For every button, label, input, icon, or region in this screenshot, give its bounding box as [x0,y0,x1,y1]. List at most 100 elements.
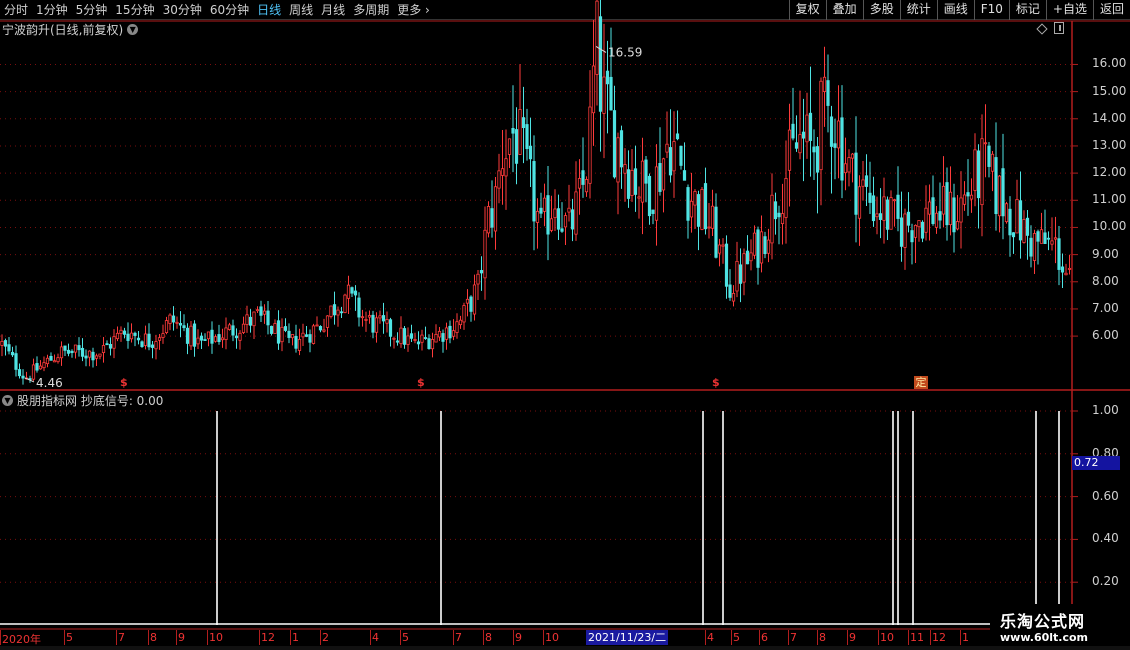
candle-body [392,337,396,340]
date-tick [513,630,514,645]
candle-body [192,323,197,347]
candle-body [1008,208,1012,236]
candle-body [1036,231,1040,242]
price-tick-label: 6.00 [1092,328,1119,343]
candle-body [469,296,473,312]
candle-body [945,182,949,226]
date-tick-label: 10 [880,631,894,644]
date-tick [259,630,260,645]
candle-body [595,0,599,75]
candle-body [567,207,571,213]
date-tick [453,630,454,645]
chart-canvas: 16.59 4.46 [0,0,1130,630]
candle-body [581,170,585,185]
candle-body [973,149,977,191]
candle-body [584,179,589,193]
date-tick-label: 9 [178,631,185,644]
date-tick [320,630,321,645]
candle-body [798,134,802,154]
candle-body [539,207,543,214]
candle-body [983,142,988,145]
candle-body [479,270,484,274]
date-tick [878,630,879,645]
candle-body [220,337,225,341]
candle-body [70,350,74,354]
candle-body [689,200,694,218]
candle-body [742,253,746,283]
candle-body [805,114,809,143]
candle-body [672,141,676,172]
candle-body [962,194,967,205]
candle-body [14,353,18,370]
candle-body [521,117,526,129]
candle-body [535,210,540,223]
ding-marker: 定 [914,376,928,389]
candle-body [178,323,183,326]
candle-body [483,229,487,279]
stock-title: 宁波韵升(日线,前复权) [2,22,124,37]
candle-body [759,231,764,264]
candle-body [1025,217,1030,236]
candle-body [920,221,925,239]
candle-body [168,314,172,324]
candle-body [843,163,848,174]
candle-body [472,284,477,315]
date-tick [0,630,1,645]
candle-body [17,369,22,377]
candle-body [52,360,57,363]
candle-body [42,362,46,369]
watermark-title: 乐淘公式网 [1000,612,1086,631]
diamond-icon[interactable] [1036,23,1048,35]
panel-toggle-icon[interactable] [1054,22,1064,34]
indicator-header: ▼ 股朋指标网 抄底信号: 0.00 [2,392,163,409]
candle-body [3,340,8,347]
candle-body [364,318,368,321]
date-tick [731,630,732,645]
candle-body [108,344,113,349]
date-tick-label: 4 [372,631,379,644]
candle-body [171,315,176,323]
candle-body [661,158,666,191]
chevron-down-icon[interactable]: ▼ [127,23,139,35]
candle-body [619,130,624,168]
candle-body [700,189,704,230]
date-tick [705,630,706,645]
candle-body [812,146,816,153]
candle-body [847,157,851,173]
candle-body [388,319,393,337]
candle-body [280,326,284,343]
date-tick-label: 10 [545,631,559,644]
candle-body [693,191,697,206]
candle-body [45,357,50,365]
candle-body [63,345,67,351]
date-tick-label: 8 [485,631,492,644]
date-tick-label: 1 [962,631,969,644]
date-tick-label: 7 [118,631,125,644]
candle-body [206,331,211,340]
candle-body [553,208,557,219]
candle-body [623,164,627,174]
candle-body [217,334,221,343]
candle-body [815,146,820,173]
candle-body [451,330,456,337]
candle-body [766,239,771,254]
candle-body [290,334,295,339]
chevron-down-icon[interactable]: ▼ [2,395,13,406]
buy-signal-marker: $ [120,376,128,389]
candle-body [833,143,837,148]
candle-body [861,179,865,187]
candle-body [49,355,53,361]
candle-body [38,365,43,370]
candle-body [353,290,358,296]
candle-body [455,321,459,333]
candle-body [577,178,582,189]
date-tick-label: 12 [932,631,946,644]
candle-body [448,325,452,339]
candle-body [255,309,260,312]
candle-body [997,175,1002,217]
main-panel-header: 宁波韵升(日线,前复权) ▼ [2,21,139,37]
candle-body [98,353,102,357]
candle-body [413,339,417,341]
candle-body [780,213,785,225]
candle-body [136,337,141,341]
